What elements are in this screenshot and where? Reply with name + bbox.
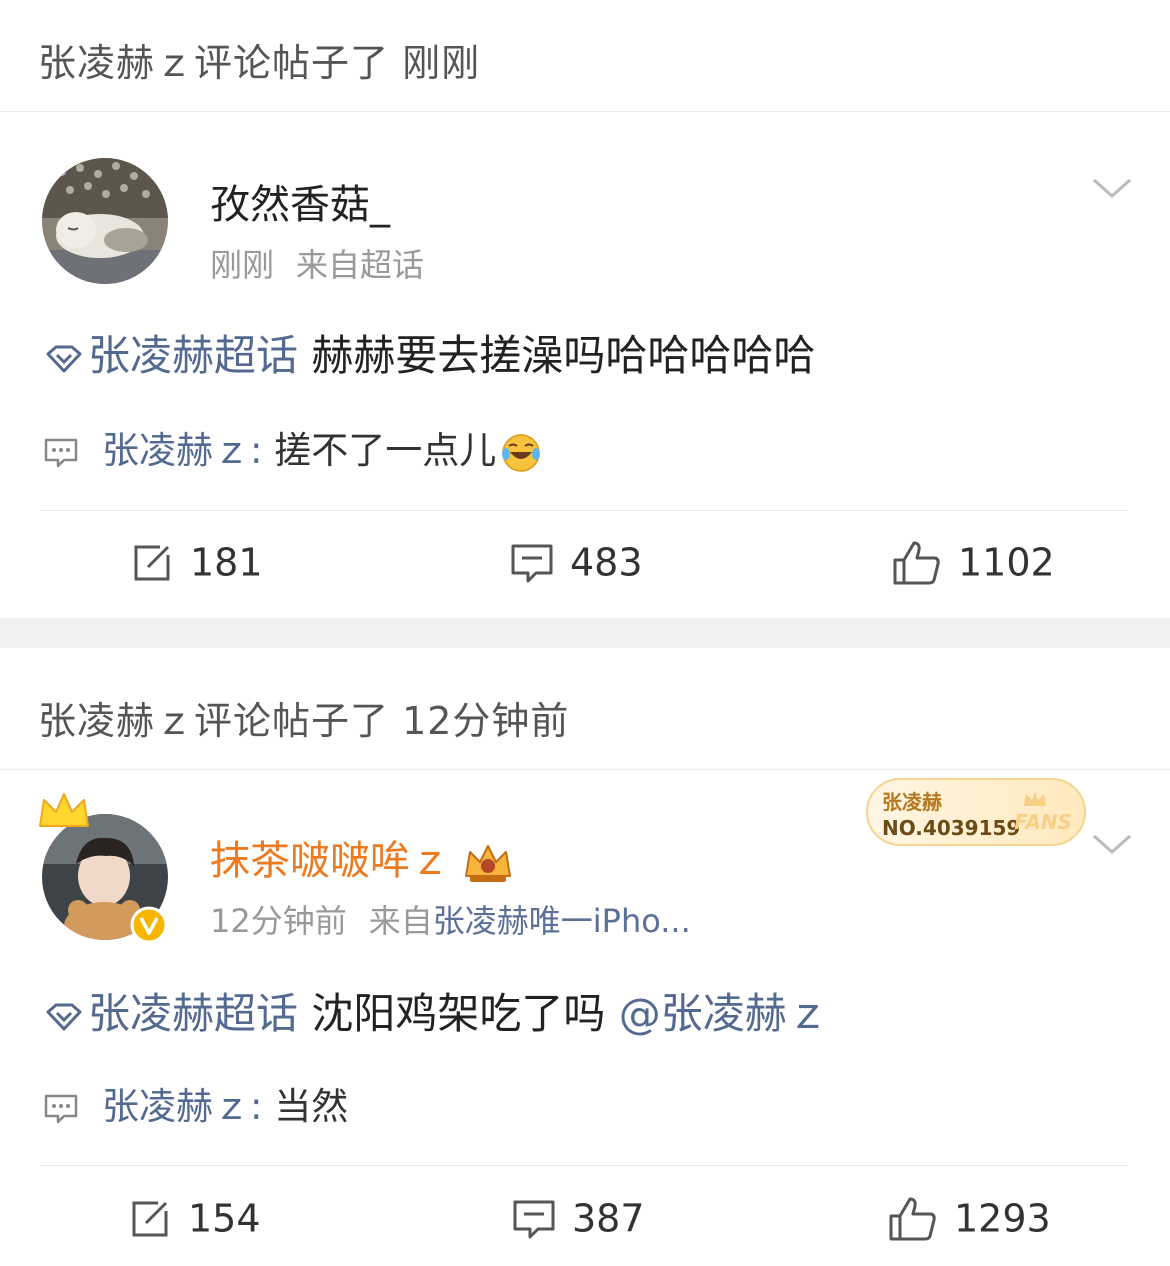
post-2-repost-count: 154	[188, 1196, 261, 1241]
topic-diamond-icon	[46, 345, 82, 372]
crown-badge-icon	[465, 845, 511, 882]
post-1-topic-link[interactable]: 张凌赫超话	[88, 331, 298, 380]
post-1-comment-button[interactable]: 483	[510, 538, 643, 585]
post-2-author-name: 抹茶啵啵哞ｚ	[210, 838, 450, 884]
post-2-source-link[interactable]: 张凌赫唯一iPho...	[433, 902, 691, 940]
post-2-author[interactable]: 抹茶啵啵哞ｚ	[210, 828, 516, 886]
post-2-comment-count: 387	[572, 1196, 645, 1241]
post-1-text: 赫赫要去搓澡吗哈哈哈哈哈	[298, 331, 816, 380]
post-2-time: 12分钟前	[210, 902, 347, 940]
comment-bubble-icon	[44, 438, 78, 467]
post-2-meta: 12分钟前 来自张凌赫唯一iPho...	[210, 896, 691, 942]
post-1-like-count: 1102	[958, 540, 1055, 585]
section-separator	[0, 618, 1170, 648]
crown-icon	[39, 793, 89, 827]
post-2-repost-button[interactable]: 154	[128, 1194, 261, 1241]
chevron-down-icon[interactable]	[1092, 176, 1132, 200]
post-1-meta: 刚刚 来自超话	[210, 240, 424, 286]
post-1-comment-count: 483	[570, 540, 643, 585]
post-2-header-text: 张凌赫ｚ评论帖子了 12分钟前	[38, 699, 570, 743]
comment-bubble-icon	[513, 1200, 555, 1238]
laugh-cry-emoji-icon	[502, 433, 541, 472]
comment-bubble-icon	[511, 544, 553, 582]
fans-badge[interactable]: 张凌赫 NO.4039159 FANS	[866, 778, 1086, 846]
post-1-comment-user[interactable]: 张凌赫ｚ:	[102, 429, 262, 472]
post-1-divider	[40, 510, 1128, 511]
post-1-source: 来自超话	[296, 246, 425, 284]
fans-badge-number: NO.4039159	[882, 816, 1021, 840]
post-1-comment-text: 搓不了一点儿	[262, 429, 497, 472]
post-2-comment[interactable]: 张凌赫ｚ: 当然	[44, 1076, 348, 1130]
post-2-divider	[40, 1165, 1128, 1166]
post-2-source-prefix: 来自	[368, 902, 433, 940]
post-2-topic-link[interactable]: 张凌赫超话	[88, 989, 298, 1038]
post-2-like-count: 1293	[954, 1196, 1051, 1241]
post-2-header: 张凌赫ｚ评论帖子了 12分钟前	[0, 648, 1170, 770]
post-1-header: 张凌赫ｚ评论帖子了 刚刚	[0, 0, 1170, 112]
post-2-like-button[interactable]: 1293	[888, 1194, 1051, 1242]
post-2-text: 沈阳鸡架吃了吗	[298, 989, 619, 1038]
post-2-comment-button[interactable]: 387	[512, 1194, 645, 1241]
post-1-avatar[interactable]	[42, 158, 168, 284]
post-2-comment-user[interactable]: 张凌赫ｚ:	[102, 1085, 262, 1128]
repost-icon	[132, 1201, 168, 1236]
fans-crown-icon	[1024, 792, 1046, 806]
fans-badge-label: FANS	[1014, 810, 1072, 834]
post-1-header-text: 张凌赫ｚ评论帖子了 刚刚	[38, 41, 481, 85]
post-1-like-button[interactable]: 1102	[892, 538, 1055, 586]
post-1-content: 张凌赫超话 赫赫要去搓澡吗哈哈哈哈哈	[44, 322, 815, 383]
post-1-comment[interactable]: 张凌赫ｚ: 搓不了一点儿	[44, 420, 542, 474]
post-2-mention-link[interactable]: @张凌赫ｚ	[619, 989, 829, 1038]
topic-diamond-icon	[46, 1003, 82, 1030]
verified-v-icon	[130, 906, 168, 944]
post-2-comment-text: 当然	[262, 1085, 349, 1128]
post-1-repost-count: 181	[190, 540, 263, 585]
thumbs-up-icon	[893, 541, 940, 584]
thumbs-up-icon	[889, 1197, 936, 1240]
comment-bubble-icon	[44, 1094, 78, 1123]
chevron-down-icon[interactable]	[1092, 832, 1132, 856]
post-1-time: 刚刚	[210, 246, 275, 284]
post-1-author[interactable]: 孜然香菇_	[210, 172, 390, 230]
post-1-repost-button[interactable]: 181	[130, 538, 263, 585]
fans-badge-name: 张凌赫	[882, 790, 942, 814]
repost-icon	[134, 545, 170, 580]
post-2-content: 张凌赫超话 沈阳鸡架吃了吗 @张凌赫ｚ	[44, 980, 829, 1041]
